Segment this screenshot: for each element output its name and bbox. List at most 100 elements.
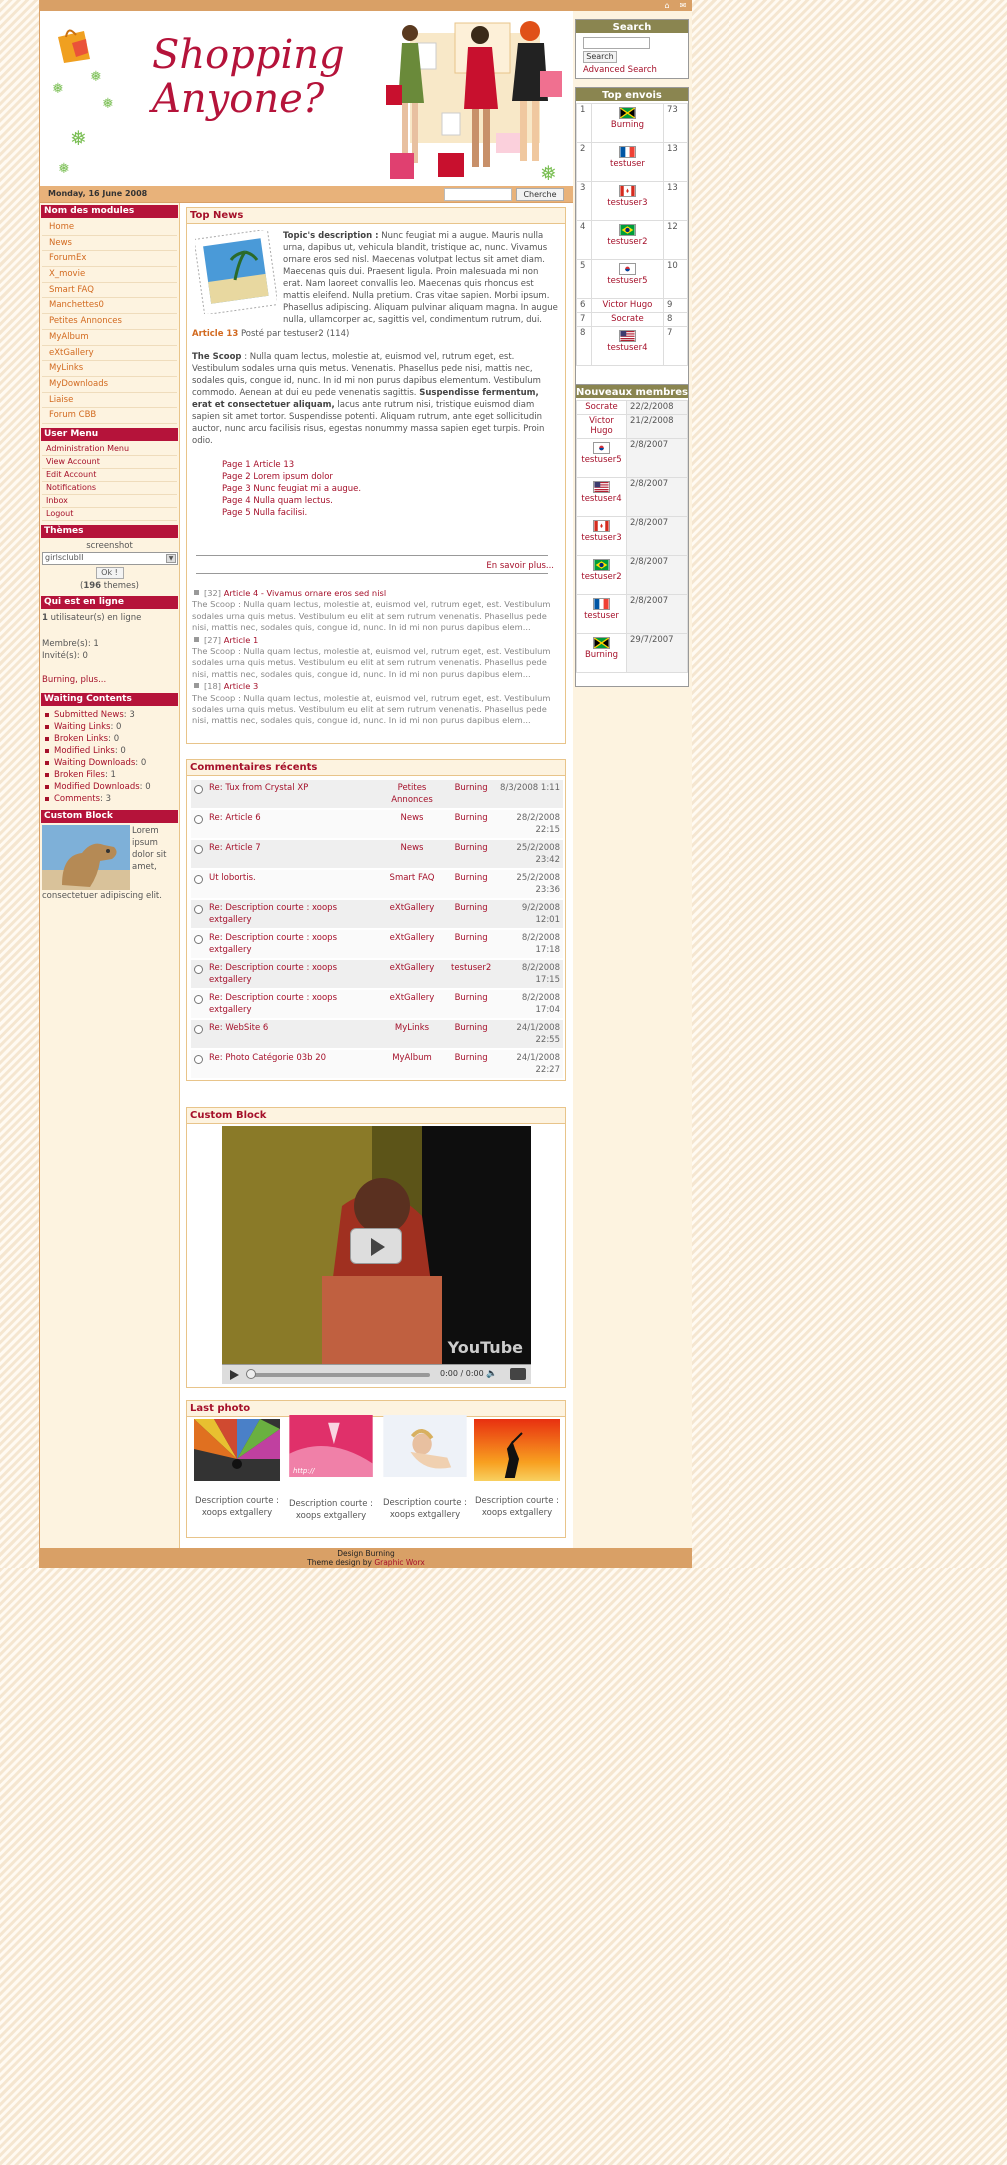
module-link-3[interactable]: X_movie — [42, 267, 177, 283]
top-poster-name-link[interactable]: testuser3 — [607, 198, 647, 208]
top-poster-name-link[interactable]: testuser5 — [607, 276, 647, 286]
read-more-link[interactable]: En savoir plus... — [192, 561, 560, 571]
comment-status-radio[interactable] — [194, 1055, 203, 1064]
waiting-item-link[interactable]: Broken Links — [54, 734, 108, 744]
user-menu-item-5[interactable]: Logout — [42, 508, 177, 521]
play-button[interactable] — [350, 1228, 402, 1264]
theme-select[interactable]: girlsclubII ▼ — [42, 551, 178, 565]
new-member-name-link[interactable]: testuser3 — [581, 533, 621, 543]
comment-user-link[interactable]: Burning — [455, 903, 488, 913]
comment-user-link[interactable]: Burning — [455, 873, 488, 883]
advanced-search-link[interactable]: Advanced Search — [583, 65, 681, 75]
comment-module-link[interactable]: MyLinks — [395, 1023, 429, 1033]
header-search-button[interactable]: Cherche — [516, 188, 564, 201]
comment-user-link[interactable]: testuser2 — [451, 963, 491, 973]
video-progress-bar[interactable] — [248, 1373, 430, 1377]
top-poster-name-link[interactable]: Burning — [611, 120, 644, 130]
user-menu-item-3[interactable]: Notifications — [42, 482, 177, 495]
comment-module-link[interactable]: MyAlbum — [392, 1053, 432, 1063]
comment-status-radio[interactable] — [194, 845, 203, 854]
comment-module-link[interactable]: eXtGallery — [390, 963, 435, 973]
top-poster-name-link[interactable]: Socrate — [611, 314, 644, 324]
module-link-6[interactable]: Petites Annonces — [42, 314, 177, 330]
other-article-title-link[interactable]: Article 4 - Vivamus ornare eros sed nisl — [224, 588, 386, 598]
footer-theme-link[interactable]: Graphic Worx — [374, 1558, 424, 1567]
other-article-title-link[interactable]: Article 3 — [224, 681, 259, 691]
article-page-link-3[interactable]: Page 3 Nunc feugiat mi a augue. — [222, 483, 560, 495]
module-link-7[interactable]: MyAlbum — [42, 330, 177, 346]
theme-ok-button[interactable]: Ok ! — [95, 566, 124, 579]
comment-user-link[interactable]: Burning — [455, 783, 488, 793]
waiting-item-link[interactable]: Modified Links — [54, 746, 115, 756]
module-link-11[interactable]: Liaise — [42, 393, 177, 409]
comment-title-link[interactable]: Re: Description courte : xoops extgaller… — [209, 903, 337, 925]
comment-module-link[interactable]: Petites Annonces — [391, 783, 433, 805]
play-icon[interactable] — [230, 1370, 239, 1380]
comment-module-link[interactable]: eXtGallery — [390, 933, 435, 943]
waiting-item-link[interactable]: Submitted News — [54, 710, 124, 720]
fullscreen-icon[interactable] — [510, 1368, 526, 1380]
comment-status-radio[interactable] — [194, 1025, 203, 1034]
comment-status-radio[interactable] — [194, 995, 203, 1004]
user-menu-item-0[interactable]: Administration Menu — [42, 443, 177, 456]
comment-module-link[interactable]: eXtGallery — [390, 993, 435, 1003]
waiting-item-link[interactable]: Comments — [54, 794, 100, 804]
user-menu-item-2[interactable]: Edit Account — [42, 469, 177, 482]
article-page-link-2[interactable]: Page 2 Lorem ipsum dolor — [222, 471, 560, 483]
comment-title-link[interactable]: Re: Tux from Crystal XP — [209, 783, 308, 793]
waiting-item-link[interactable]: Broken Files — [54, 770, 105, 780]
search-input[interactable] — [583, 37, 650, 49]
new-member-name-link[interactable]: testuser4 — [581, 494, 621, 504]
comment-title-link[interactable]: Ut lobortis. — [209, 873, 256, 883]
new-member-name-link[interactable]: Burning — [585, 650, 618, 660]
comment-status-radio[interactable] — [194, 875, 203, 884]
scrubber-handle[interactable] — [246, 1369, 256, 1379]
new-member-name-link[interactable]: Socrate — [585, 402, 618, 412]
new-member-name-link[interactable]: testuser5 — [581, 455, 621, 465]
new-member-name-link[interactable]: Victor Hugo — [589, 416, 614, 436]
article-title-link[interactable]: Article 13 — [192, 329, 238, 339]
comment-module-link[interactable]: News — [401, 813, 424, 823]
home-icon[interactable]: ⌂ — [662, 1, 672, 10]
user-menu-item-1[interactable]: View Account — [42, 456, 177, 469]
comment-user-link[interactable]: Burning — [455, 1053, 488, 1063]
comment-module-link[interactable]: Smart FAQ — [390, 873, 435, 883]
comment-title-link[interactable]: Re: Description courte : xoops extgaller… — [209, 963, 337, 985]
comment-title-link[interactable]: Re: Article 6 — [209, 813, 261, 823]
comment-status-radio[interactable] — [194, 935, 203, 944]
waiting-item-link[interactable]: Waiting Downloads — [54, 758, 135, 768]
comment-user-link[interactable]: Burning — [455, 813, 488, 823]
user-menu-item-4[interactable]: Inbox — [42, 495, 177, 508]
comment-module-link[interactable]: eXtGallery — [390, 903, 435, 913]
comment-title-link[interactable]: Re: Article 7 — [209, 843, 261, 853]
comment-status-radio[interactable] — [194, 815, 203, 824]
top-poster-name-link[interactable]: testuser4 — [607, 343, 647, 353]
waiting-item-link[interactable]: Modified Downloads — [54, 782, 140, 792]
module-link-2[interactable]: ForumEx — [42, 251, 177, 268]
article-page-link-4[interactable]: Page 4 Nulla quam lectus. — [222, 495, 560, 507]
module-link-4[interactable]: Smart FAQ — [42, 283, 177, 299]
header-search-input[interactable] — [444, 188, 512, 201]
site-logo[interactable]: Shopping Anyone? — [152, 33, 345, 121]
volume-icon[interactable]: 🔈 — [486, 1369, 497, 1379]
comment-title-link[interactable]: Re: Photo Catégorie 03b 20 — [209, 1053, 326, 1063]
comment-status-radio[interactable] — [194, 785, 203, 794]
search-submit-button[interactable]: Search — [583, 51, 617, 63]
waiting-item-link[interactable]: Waiting Links — [54, 722, 110, 732]
comment-status-radio[interactable] — [194, 905, 203, 914]
video-player[interactable]: YouTube 0:00 / 0:00 🔈 — [222, 1126, 531, 1384]
other-article-title-link[interactable]: Article 1 — [224, 635, 259, 645]
module-link-0[interactable]: Home — [42, 220, 177, 236]
mail-icon[interactable]: ✉ — [678, 1, 688, 10]
online-users-link[interactable]: Burning, plus... — [42, 674, 177, 686]
new-member-name-link[interactable]: testuser2 — [581, 572, 621, 582]
comment-title-link[interactable]: Re: Description courte : xoops extgaller… — [209, 933, 337, 955]
photo-thumbnail-1[interactable] — [194, 1419, 280, 1481]
photo-thumbnail-3[interactable] — [382, 1415, 468, 1477]
top-poster-name-link[interactable]: testuser — [610, 159, 645, 169]
module-link-12[interactable]: Forum CBB — [42, 408, 177, 424]
photo-thumbnail-4[interactable] — [474, 1419, 560, 1481]
comment-title-link[interactable]: Re: Description courte : xoops extgaller… — [209, 993, 337, 1015]
article-page-link-1[interactable]: Page 1 Article 13 — [222, 459, 560, 471]
module-link-1[interactable]: News — [42, 236, 177, 252]
